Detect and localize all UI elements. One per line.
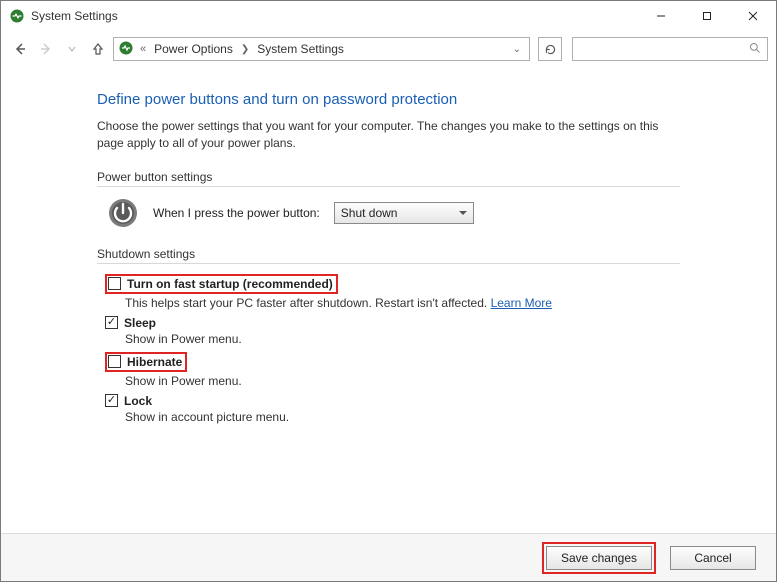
- address-bar[interactable]: « Power Options ❯ System Settings ⌄: [113, 37, 530, 61]
- recent-dropdown[interactable]: [61, 38, 83, 60]
- sleep-label: Sleep: [124, 316, 156, 330]
- divider: [97, 186, 680, 187]
- fast-startup-checkbox[interactable]: [108, 277, 121, 290]
- page-subtext: Choose the power settings that you want …: [97, 118, 680, 152]
- lock-checkbox[interactable]: ✓: [105, 394, 118, 407]
- power-action-select[interactable]: Shut down: [334, 202, 474, 224]
- search-icon: [749, 42, 761, 57]
- title-bar: System Settings: [1, 1, 776, 31]
- close-button[interactable]: [730, 1, 776, 31]
- app-icon: [9, 8, 25, 24]
- footer-bar: Save changes Cancel: [1, 533, 776, 581]
- power-button-row: When I press the power button: Shut down: [107, 197, 680, 229]
- power-button-label: When I press the power button:: [153, 206, 320, 220]
- forward-button[interactable]: [35, 38, 57, 60]
- back-button[interactable]: [9, 38, 31, 60]
- chevron-double-icon: «: [140, 43, 146, 55]
- up-button[interactable]: [87, 38, 109, 60]
- highlight-box: Turn on fast startup (recommended): [105, 274, 338, 294]
- breadcrumb-item[interactable]: Power Options: [154, 42, 233, 56]
- page-heading: Define power buttons and turn on passwor…: [97, 91, 680, 108]
- shutdown-options: Turn on fast startup (recommended) This …: [105, 274, 680, 424]
- fast-startup-desc: This helps start your PC faster after sh…: [125, 296, 680, 310]
- learn-more-link[interactable]: Learn More: [491, 296, 552, 310]
- lock-desc: Show in account picture menu.: [125, 410, 680, 424]
- highlight-box: Save changes: [542, 542, 656, 574]
- window-controls: [638, 1, 776, 31]
- chevron-right-icon: ❯: [241, 44, 249, 55]
- highlight-box: Hibernate: [105, 352, 187, 372]
- addr-icon: [118, 40, 134, 59]
- fast-startup-label: Turn on fast startup (recommended): [127, 277, 333, 291]
- refresh-button[interactable]: [538, 37, 562, 61]
- section-shutdown: Shutdown settings: [97, 247, 680, 261]
- sleep-checkbox[interactable]: ✓: [105, 316, 118, 329]
- cancel-button[interactable]: Cancel: [670, 546, 756, 570]
- breadcrumb-item[interactable]: System Settings: [257, 42, 344, 56]
- save-button[interactable]: Save changes: [546, 546, 652, 570]
- section-power-button: Power button settings: [97, 170, 680, 184]
- sleep-desc: Show in Power menu.: [125, 332, 680, 346]
- window-title: System Settings: [31, 9, 118, 23]
- search-input[interactable]: [572, 37, 768, 61]
- lock-label: Lock: [124, 394, 152, 408]
- power-action-value: Shut down: [341, 206, 398, 220]
- divider: [97, 263, 680, 264]
- power-icon: [107, 197, 139, 229]
- hibernate-checkbox[interactable]: [108, 355, 121, 368]
- hibernate-desc: Show in Power menu.: [125, 374, 680, 388]
- maximize-button[interactable]: [684, 1, 730, 31]
- minimize-button[interactable]: [638, 1, 684, 31]
- hibernate-label: Hibernate: [127, 355, 182, 369]
- chevron-down-icon[interactable]: ⌄: [513, 44, 525, 55]
- nav-bar: « Power Options ❯ System Settings ⌄: [1, 31, 776, 67]
- content-area: Define power buttons and turn on passwor…: [1, 67, 776, 533]
- window-root: System Settings: [0, 0, 777, 582]
